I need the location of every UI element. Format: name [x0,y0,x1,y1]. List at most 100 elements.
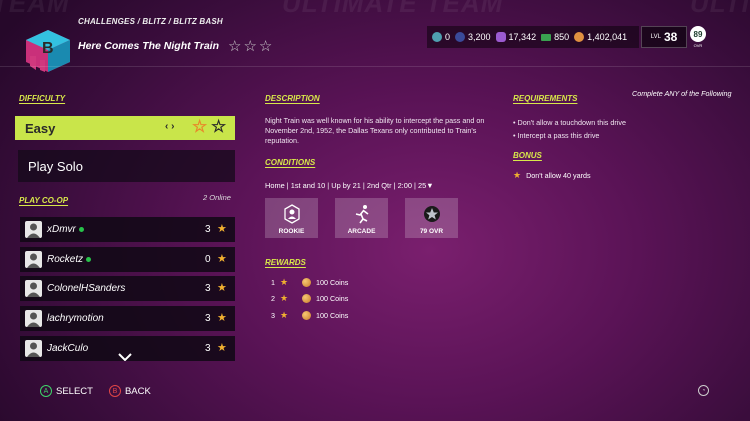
condition-label: ROOKIE [278,228,305,235]
level-value: 38 [663,30,678,44]
play-coop-heading: PLAY CO-OP [19,196,69,205]
star-icon: ★ [280,293,289,303]
background-text-center: ULTIMATE TEAM [282,0,504,18]
bonus-heading: BONUS [513,151,542,160]
star-icon: ★ [280,310,289,320]
training-icon [432,32,442,42]
svg-text:B: B [42,40,54,57]
cash-icon [541,33,552,41]
star-icon: ★ [217,223,227,235]
reward-rank: 3 [271,311,275,320]
team-ovr-label: OVR [693,43,703,48]
team-ovr-badge: 89 OVR [688,26,708,48]
header-divider [0,66,750,67]
coin-icon [302,311,311,320]
coin-icon [302,278,311,287]
condition-card-arcade: ARCADE [335,198,388,238]
condition-label: ARCADE [347,228,376,235]
player-name: ColonelHSanders [47,283,126,294]
coins-currency: 1,402,041 [574,32,627,42]
challenge-stars: ☆☆☆ [228,38,275,55]
star-icon: ★ [217,312,227,324]
player-star-count: 3 [205,224,211,235]
star-icon: ★ [280,277,289,287]
coop-player-row[interactable]: ColonelHSanders 3 ★ [20,276,235,301]
level-badge: LVL 38 [641,26,687,48]
star-icon: ★ [217,253,227,265]
difficulty-arrows-icon[interactable]: ‹ › [165,121,174,132]
requirements-heading: REQUIREMENTS [513,94,578,103]
rookie-icon [281,203,303,225]
star-icon: ★ [513,170,522,180]
breadcrumb[interactable]: CHALLENGES / BLITZ / BLITZ BASH [78,17,223,26]
requirement-item: • Intercept a pass this drive [513,131,600,140]
player-star-count: 3 [205,343,211,354]
arcade-icon [351,203,373,225]
background-text-left: TEAM [0,0,70,18]
condition-card-ovr: 79 OVR [405,198,458,238]
avatar [25,310,42,327]
conditions-heading: CONDITIONS [265,158,316,167]
condition-label: 79 OVR [419,228,444,235]
avatar [25,340,42,357]
reward-row: 3 ★ 100 Coins [271,310,348,321]
difficulty-selector[interactable]: Easy ‹ › ☆ ☆ [15,116,235,140]
online-indicator-icon [78,227,84,232]
points-currency: 3,200 [455,32,491,42]
back-label[interactable]: BACK [125,386,151,397]
bonus-text: Don't allow 40 yards [526,171,591,180]
coop-player-row[interactable]: lachrymotion 3 ★ [20,306,235,331]
reward-amount: 100 Coins [316,294,349,303]
difficulty-value: Easy [25,120,56,136]
points-value: 3,200 [468,32,491,42]
level-label: LVL [650,34,661,40]
a-button-icon[interactable]: A [40,385,52,397]
mut-credits-currency: 17,342 [495,32,537,42]
star-icon: ★ [217,282,227,294]
cash-currency: 850 [541,32,569,42]
difficulty-star-empty-icon: ☆ [211,117,227,136]
training-currency: 0 [432,32,450,42]
coop-player-row[interactable]: Rocketz 0 ★ [20,247,235,272]
conditions-text: Home | 1st and 10 | Up by 21 | 2nd Qtr |… [265,181,434,190]
condition-card-rookie: ROOKIE [265,198,318,238]
reward-rank: 2 [271,294,275,303]
footer-controls: A SELECT B BACK [40,385,151,397]
reward-rank: 1 [271,278,275,287]
scroll-down-chevron-icon[interactable] [118,350,132,364]
play-solo-button[interactable]: Play Solo [18,150,235,182]
difficulty-star-filled-icon: ☆ [192,117,208,136]
reward-row: 1 ★ 100 Coins [271,277,348,288]
requirements-list: • Don't allow a touchdown this drive • I… [513,116,626,142]
online-count: 2 Online [203,193,231,202]
complete-any-label: Complete ANY of the Following [632,89,732,98]
background-text-right: ULTIMA [690,0,750,18]
coins-value: 1,402,041 [587,32,628,42]
player-name: xDmvr [47,224,76,235]
star-icon: ★ [217,342,227,354]
play-solo-label: Play Solo [28,158,83,174]
player-star-count: 0 [205,254,211,265]
description-text: Night Train was well known for his abili… [265,116,485,145]
player-name: Rocketz [47,254,84,265]
player-star-count: 3 [205,313,211,324]
reward-amount: 100 Coins [316,278,349,287]
player-star-count: 3 [205,283,211,294]
training-value: 0 [445,32,451,42]
team-ovr-value: 89 [690,26,706,42]
bonus-item: ★ Don't allow 40 yards [513,170,591,181]
avatar [25,251,42,268]
online-indicator-icon [86,257,92,262]
mut-credits-value: 17,342 [508,32,537,42]
avatar [25,221,42,238]
player-name: lachrymotion [47,313,104,324]
mut-credits-icon [495,32,506,42]
cash-value: 850 [554,32,570,42]
requirement-item: • Don't allow a touchdown this drive [513,118,626,127]
network-status-icon: ◔ [698,385,709,396]
points-icon [455,32,466,42]
coop-player-row[interactable]: xDmvr 3 ★ [20,217,235,242]
select-label[interactable]: SELECT [56,386,93,397]
coins-icon [574,32,585,42]
b-button-icon[interactable]: B [108,385,121,397]
